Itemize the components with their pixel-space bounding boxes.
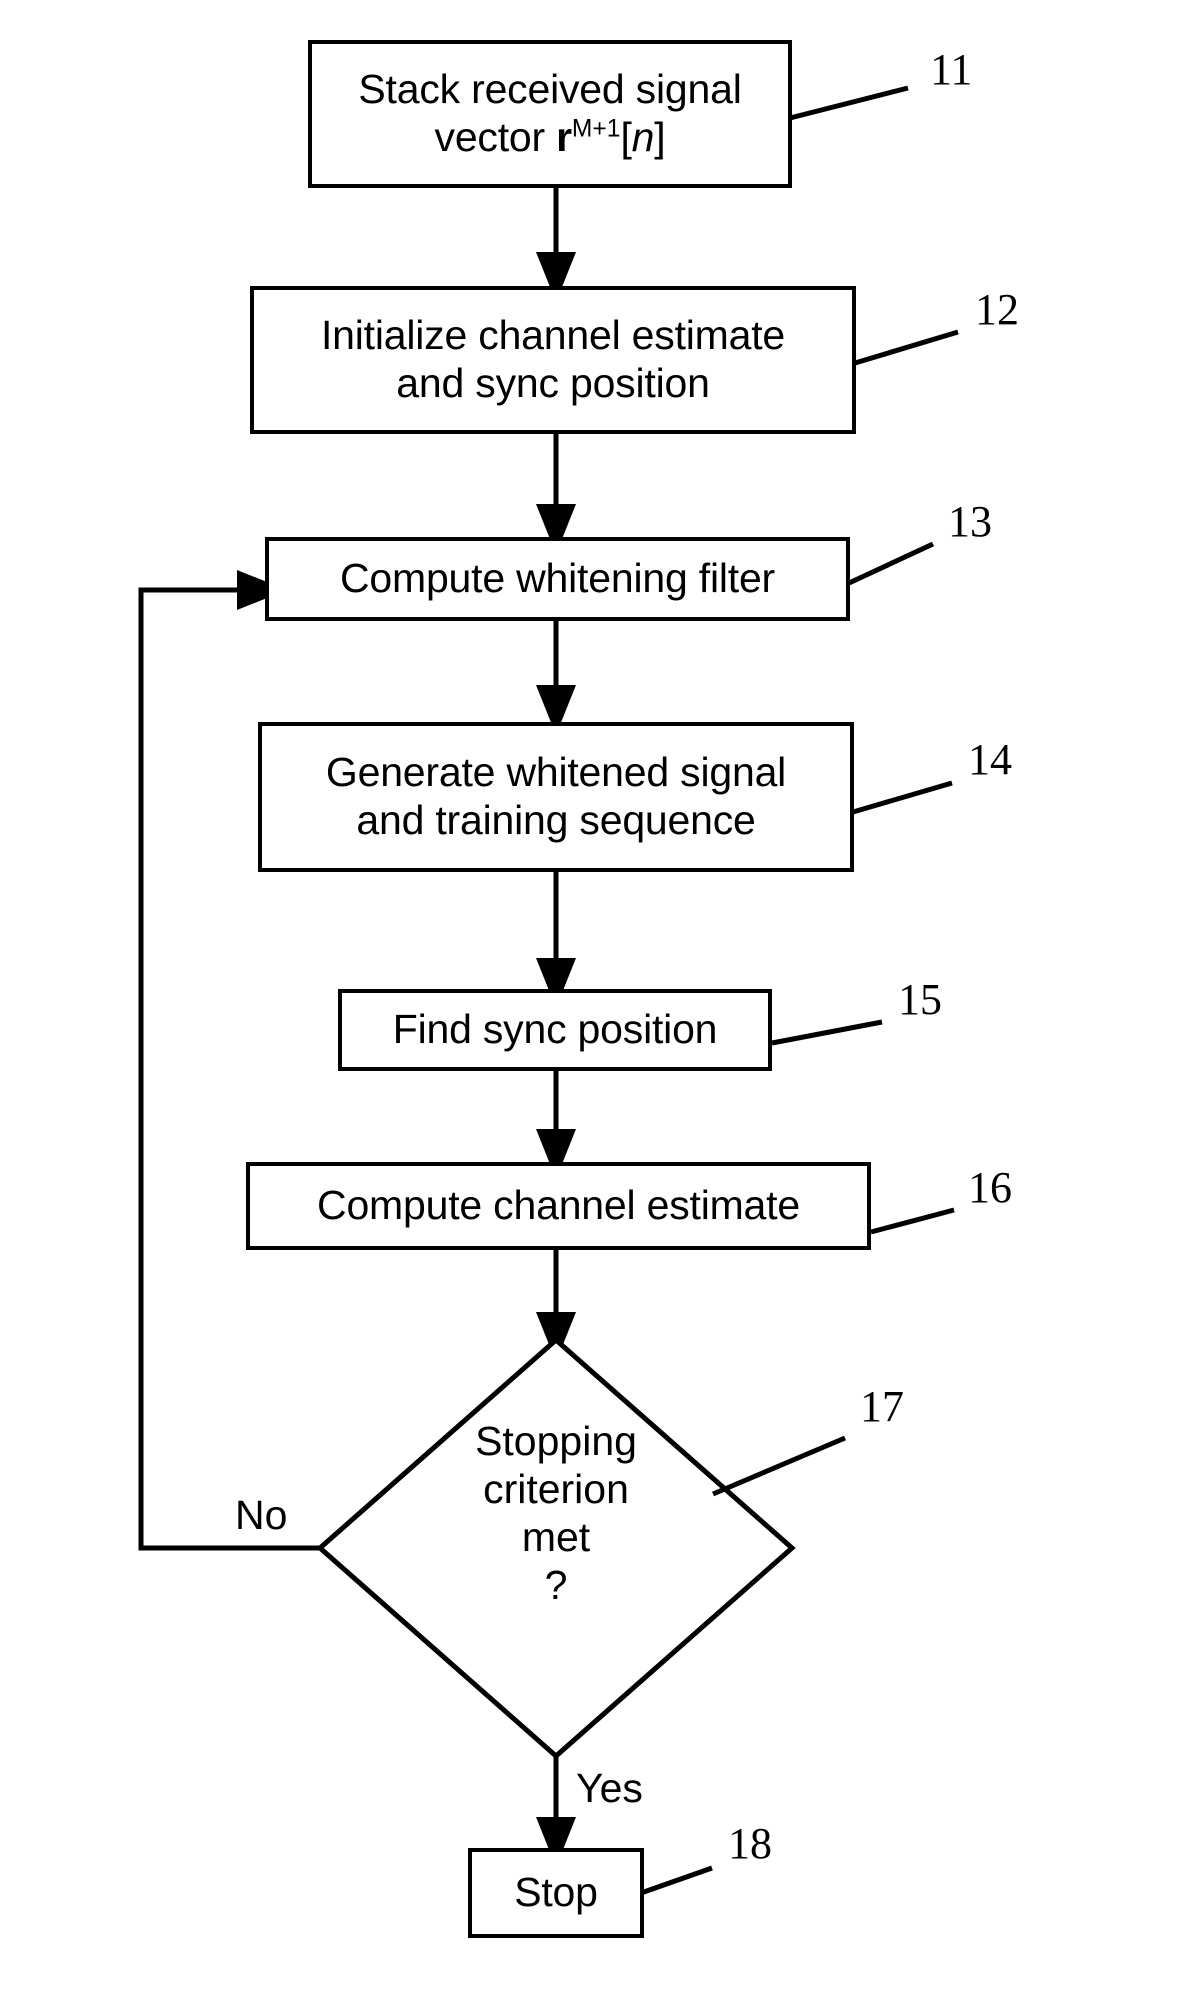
leader-line-14 xyxy=(852,780,953,815)
node-11-line-2: vector rM+1[n] xyxy=(318,114,782,162)
leader-line-11 xyxy=(789,85,909,121)
node-14-line-2: and training sequence xyxy=(356,797,756,843)
leader-line-12 xyxy=(854,329,959,366)
figure-canvas: Stack received signal vector rM+1[n] 11 … xyxy=(0,0,1190,1991)
node-15-line-1: Find sync position xyxy=(392,1006,718,1053)
leader-line-18 xyxy=(640,1865,713,1896)
node-17-line-4: ? xyxy=(544,1561,568,1608)
reference-numeral-17: 17 xyxy=(860,1382,904,1431)
reference-numeral-11: 11 xyxy=(930,45,973,94)
node-12-line-2: and sync position xyxy=(396,360,710,406)
node-11-index: n xyxy=(631,114,655,160)
reference-numeral-15: 15 xyxy=(898,975,942,1024)
node-15-text: Find sync position xyxy=(348,1006,762,1054)
node-17-line-3: met xyxy=(521,1513,591,1560)
node-18-line-1: Stop xyxy=(514,1869,598,1916)
node-13-line-1: Compute whitening filter xyxy=(339,555,776,602)
node-11-text: Stack received signal vector rM+1[n] xyxy=(318,66,782,161)
terminal-node-stop[interactable]: Stop xyxy=(468,1848,644,1938)
leader-line-13 xyxy=(847,541,935,586)
leader-line-16 xyxy=(870,1207,955,1235)
reference-numeral-13: 13 xyxy=(948,497,992,546)
process-node-find-sync-position[interactable]: Find sync position xyxy=(338,989,772,1071)
edge-label-yes: Yes xyxy=(576,1765,643,1811)
node-17-line-1: Stopping xyxy=(475,1418,637,1464)
node-11-line-1: Stack received signal xyxy=(358,66,742,113)
node-16-text: Compute channel estimate xyxy=(256,1182,861,1230)
process-node-compute-whitening-filter[interactable]: Compute whitening filter xyxy=(265,537,850,621)
node-11-vector-prefix: vector xyxy=(434,114,557,160)
process-node-initialize-channel-estimate[interactable]: Initialize channel estimate and sync pos… xyxy=(250,286,856,434)
process-node-compute-channel-estimate[interactable]: Compute channel estimate xyxy=(246,1162,871,1250)
node-11-vector-symbol: r xyxy=(556,114,572,160)
reference-numeral-16: 16 xyxy=(968,1163,1012,1212)
reference-numeral-14: 14 xyxy=(968,735,1012,784)
node-14-text: Generate whitened signal and training se… xyxy=(268,749,844,844)
node-13-text: Compute whitening filter xyxy=(275,555,840,603)
node-11-bracket-close: ] xyxy=(654,114,666,160)
node-12-line-1: Initialize channel estimate xyxy=(320,312,786,359)
node-17-line-2: criterion xyxy=(483,1465,629,1512)
process-node-generate-whitened-signal[interactable]: Generate whitened signal and training se… xyxy=(258,722,854,872)
node-12-text: Initialize channel estimate and sync pos… xyxy=(260,312,846,407)
leader-line-15 xyxy=(771,1019,883,1046)
reference-numeral-12: 12 xyxy=(975,285,1019,334)
decision-node-stopping-criterion[interactable]: Stopping criterion met ? xyxy=(356,1418,756,1610)
node-18-text: Stop xyxy=(478,1869,634,1917)
node-14-line-1: Generate whitened signal xyxy=(325,749,787,796)
reference-numeral-18: 18 xyxy=(728,1819,772,1868)
process-node-stack-received-signal[interactable]: Stack received signal vector rM+1[n] xyxy=(308,40,792,188)
node-16-line-1: Compute channel estimate xyxy=(317,1182,800,1229)
edge-label-no: No xyxy=(235,1492,288,1538)
node-11-vector-superscript: M+1 xyxy=(571,115,621,143)
node-11-bracket-open: [ xyxy=(620,114,632,160)
